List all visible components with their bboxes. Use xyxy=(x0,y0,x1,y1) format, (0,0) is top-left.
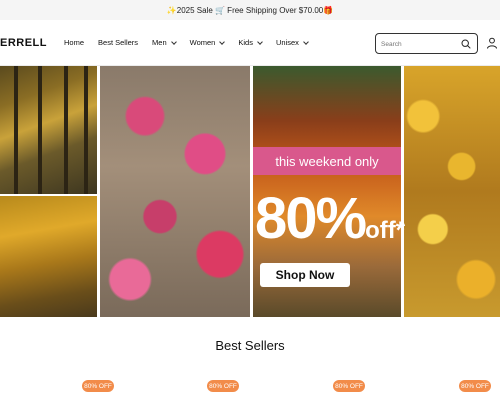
sale-headline: 80% off* xyxy=(253,184,405,254)
chevron-down-icon xyxy=(257,38,263,45)
hero-banner[interactable]: this weekend only 80% off* Shop Now xyxy=(0,66,500,317)
promo-bar: ✨2025 Sale 🛒 Free Shipping Over $70.00🎁 xyxy=(0,0,500,20)
discount-badge: 80% OFF xyxy=(333,380,365,392)
hero-image-forest xyxy=(0,66,97,194)
main-nav: Home Best Sellers Men Women Kids Unisex xyxy=(64,38,322,47)
hero-image-leaves-boots xyxy=(100,66,250,317)
nav-item-best-sellers[interactable]: Best Sellers xyxy=(98,38,138,47)
search-icon[interactable] xyxy=(461,39,471,49)
hero-image-hiker xyxy=(0,196,97,317)
site-header: ERRELL Home Best Sellers Men Women Kids … xyxy=(0,20,500,66)
discount-badge: 80% OFF xyxy=(82,380,114,392)
chevron-down-icon xyxy=(219,38,226,45)
user-icon[interactable] xyxy=(486,37,498,49)
hero-image-yellow-leaves xyxy=(404,66,500,317)
nav-item-home[interactable]: Home xyxy=(64,38,84,47)
weekend-only-banner: this weekend only xyxy=(253,147,401,175)
chevron-down-icon xyxy=(170,38,177,45)
chevron-down-icon xyxy=(303,38,309,45)
nav-item-women[interactable]: Women xyxy=(190,38,226,47)
sale-suffix: off* xyxy=(365,217,406,244)
discount-badge: 80% OFF xyxy=(207,380,239,392)
product-card[interactable]: 80% OFF xyxy=(256,376,371,406)
brand-logo[interactable]: ERRELL xyxy=(0,37,47,49)
best-sellers-title: Best Sellers xyxy=(215,338,285,353)
promo-text: ✨2025 Sale 🛒 Free Shipping Over $70.00🎁 xyxy=(166,5,334,15)
product-card[interactable]: 80% OFF xyxy=(130,376,245,406)
sale-percent: 80% xyxy=(255,186,367,251)
product-card[interactable]: 80% OFF xyxy=(5,376,120,406)
search-box[interactable] xyxy=(375,33,478,54)
search-input[interactable] xyxy=(381,38,456,50)
nav-item-men[interactable]: Men xyxy=(152,38,177,47)
nav-item-unisex[interactable]: Unisex xyxy=(276,38,309,47)
nav-item-kids[interactable]: Kids xyxy=(238,38,263,47)
discount-badge: 80% OFF xyxy=(459,380,491,392)
shop-now-button[interactable]: Shop Now xyxy=(260,263,350,287)
product-card[interactable]: 80% OFF xyxy=(382,376,497,406)
